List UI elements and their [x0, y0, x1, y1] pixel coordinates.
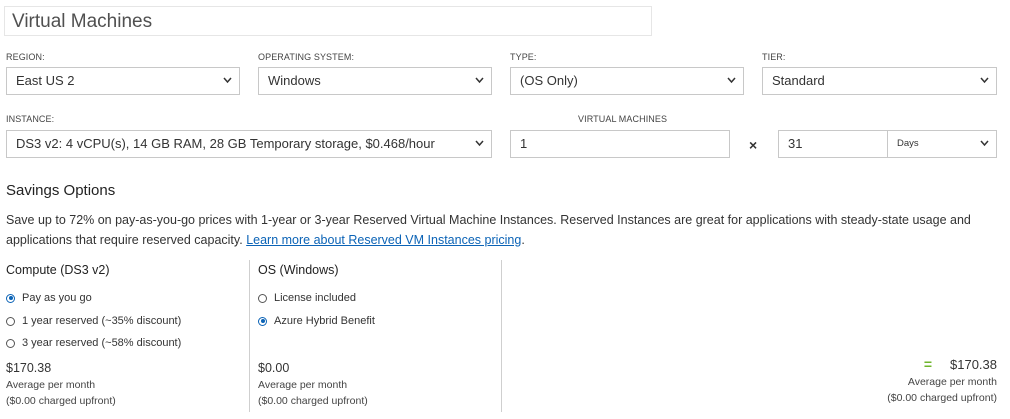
- savings-heading-wrap: Savings Options: [6, 182, 115, 199]
- savings-heading: Savings Options: [6, 182, 116, 199]
- os-title: OS (Windows): [258, 263, 339, 277]
- chevron-down-icon: [475, 77, 484, 85]
- compute-option-label: 1 year reserved (~35% discount): [22, 315, 182, 327]
- total-avg-label: Average per month: [907, 376, 997, 388]
- os-value: Windows: [268, 73, 321, 88]
- os-option-label: License included: [274, 292, 356, 304]
- vm-count-value: 1: [520, 136, 528, 151]
- chevron-down-icon: [980, 140, 989, 148]
- equals-icon: =: [923, 356, 932, 372]
- compute-option-label: Pay as you go: [22, 292, 92, 304]
- total-price: $170.38: [950, 356, 997, 372]
- multiply-icon: ×: [749, 137, 758, 153]
- compute-title: Compute (DS3 v2): [6, 263, 110, 277]
- os-select[interactable]: Windows: [258, 67, 492, 95]
- vm-count-input[interactable]: 1: [510, 130, 730, 158]
- reserved-pricing-link[interactable]: Learn more about Reserved VM Instances p…: [246, 233, 521, 247]
- region-select[interactable]: East US 2: [6, 67, 240, 95]
- tier-select[interactable]: Standard: [762, 67, 997, 95]
- link-suffix: .: [521, 233, 525, 247]
- os-option-hybrid[interactable]: Azure Hybrid Benefit: [258, 315, 375, 327]
- duration-unit-value: Days: [897, 138, 919, 149]
- compute-option-3yr[interactable]: 3 year reserved (~58% discount): [6, 337, 181, 349]
- tier-label: TIER:: [762, 52, 786, 62]
- radio-selected-icon: [258, 316, 267, 326]
- total-row: = $170.38: [924, 356, 997, 372]
- chevron-down-icon: [475, 140, 484, 148]
- instance-value: DS3 v2: 4 vCPU(s), 14 GB RAM, 28 GB Temp…: [16, 136, 435, 151]
- savings-description: Save up to 72% on pay-as-you-go prices w…: [6, 210, 996, 250]
- region-label: REGION:: [6, 52, 45, 62]
- os-option-label: Azure Hybrid Benefit: [274, 315, 375, 327]
- column-divider: [501, 260, 502, 412]
- page-title: Virtual Machines: [12, 11, 153, 32]
- compute-option-payg[interactable]: Pay as you go: [6, 292, 92, 304]
- os-price: $0.00: [258, 361, 290, 375]
- compute-avg-label: Average per month: [6, 379, 96, 391]
- duration-unit-select[interactable]: Days: [887, 130, 997, 158]
- region-value: East US 2: [16, 73, 75, 88]
- column-divider: [249, 260, 250, 412]
- tier-value: Standard: [772, 73, 825, 88]
- instance-label: INSTANCE:: [6, 114, 55, 124]
- vms-label: VIRTUAL MACHINES: [578, 114, 668, 124]
- chevron-down-icon: [727, 77, 736, 85]
- os-avg-label: Average per month: [258, 379, 348, 391]
- radio-selected-icon: [6, 293, 15, 303]
- radio-icon: [258, 293, 267, 303]
- compute-option-label: 3 year reserved (~58% discount): [22, 337, 182, 349]
- duration-value: 31: [788, 136, 803, 151]
- os-upfront: ($0.00 charged upfront): [258, 395, 368, 407]
- chevron-down-icon: [980, 77, 989, 85]
- chevron-down-icon: [223, 77, 232, 85]
- compute-upfront: ($0.00 charged upfront): [6, 395, 116, 407]
- compute-option-1yr[interactable]: 1 year reserved (~35% discount): [6, 315, 181, 327]
- compute-price: $170.38: [6, 361, 52, 375]
- total-upfront: ($0.00 charged upfront): [887, 392, 997, 404]
- os-option-license[interactable]: License included: [258, 292, 356, 304]
- instance-select[interactable]: DS3 v2: 4 vCPU(s), 14 GB RAM, 28 GB Temp…: [6, 130, 492, 158]
- duration-input[interactable]: 31: [778, 130, 888, 158]
- radio-icon: [6, 338, 15, 348]
- type-value: (OS Only): [520, 73, 578, 88]
- radio-icon: [6, 316, 15, 326]
- type-select[interactable]: (OS Only): [510, 67, 744, 95]
- type-label: TYPE:: [510, 52, 537, 62]
- os-label: OPERATING SYSTEM:: [258, 52, 355, 62]
